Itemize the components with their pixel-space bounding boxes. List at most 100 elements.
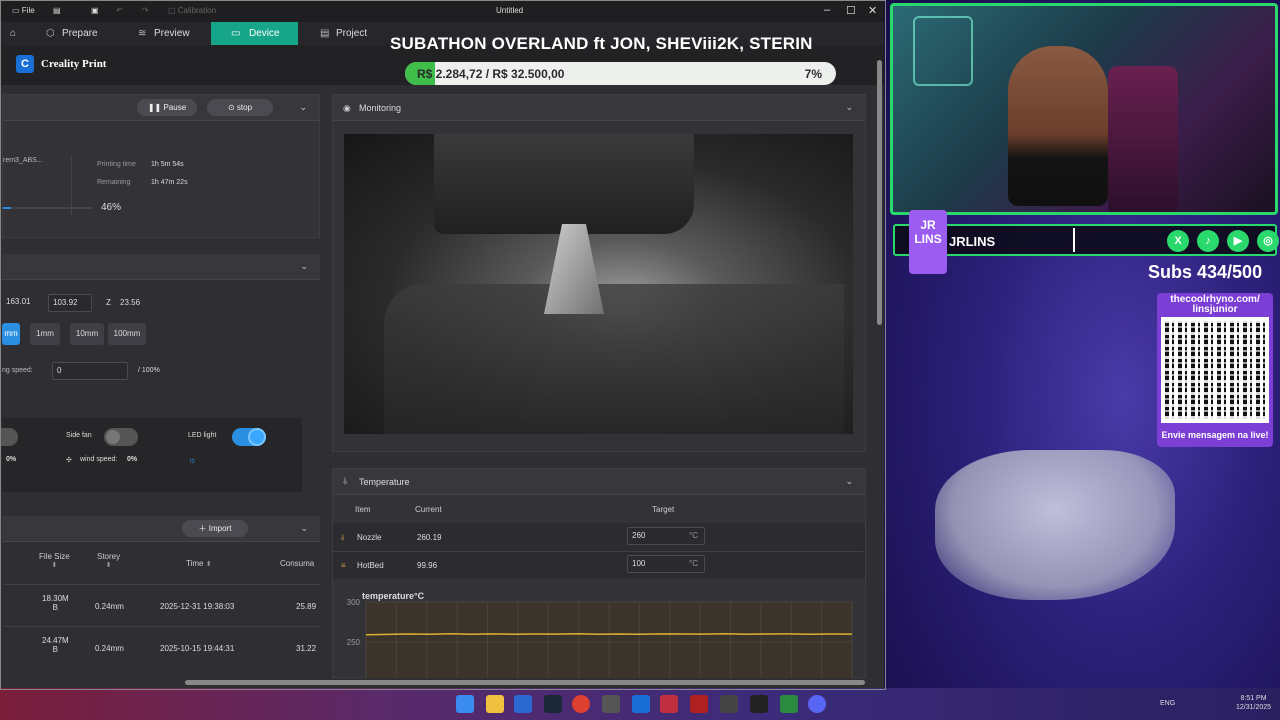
- terminal-icon[interactable]: [750, 695, 768, 713]
- chevron-down-icon[interactable]: ⌄: [845, 102, 853, 113]
- discord-icon[interactable]: [808, 695, 826, 713]
- nozzle-target-input[interactable]: 260 °C: [627, 527, 705, 545]
- calibration-menu[interactable]: ▢ Calibration: [168, 6, 216, 15]
- tab-prepare[interactable]: ⬡ Prepare: [40, 22, 128, 45]
- tab-project-label: Project: [336, 28, 368, 39]
- file-menu[interactable]: ▭ File: [12, 6, 35, 15]
- app4-icon[interactable]: [720, 695, 738, 713]
- control-header: ⌄: [2, 254, 320, 280]
- home-icon[interactable]: ⌂: [0, 22, 32, 45]
- printer-camera-feed[interactable]: [344, 134, 853, 434]
- col-time-label: Time: [186, 559, 204, 568]
- chart-ticks: 300250200: [347, 598, 361, 647]
- chevron-down-icon[interactable]: ⌄: [300, 261, 308, 272]
- col-file-size[interactable]: File Size ⬍: [39, 552, 70, 569]
- monitoring-header: ◉ Monitoring ⌄: [333, 95, 865, 121]
- job-filename: rem3_ABS...: [3, 157, 43, 164]
- redo-icon[interactable]: ↷: [142, 6, 149, 15]
- tab-prepare-label: Prepare: [62, 28, 98, 39]
- hotbed-current: 99.96: [417, 561, 438, 570]
- maximize-button[interactable]: ☐: [846, 4, 856, 17]
- z-coordinate: 23.56: [120, 298, 141, 307]
- channel-name-bar: JR LINS JRLINS X ♪ ▶ ◎: [893, 210, 1279, 274]
- print-job-panel: ❚❚ Pause ⊙ stop ⌄ rem3_ABS... Printing t…: [2, 94, 320, 238]
- creality-print-window: ▭ File ▤ ▣ ↶ ↷ ▢ Calibration Untitled – …: [0, 0, 886, 690]
- divider: [4, 584, 320, 585]
- z-label: Z: [106, 298, 111, 307]
- col-consumable[interactable]: Consuma: [280, 559, 314, 568]
- chevron-down-icon[interactable]: ⌄: [845, 476, 853, 487]
- side-fan-toggle[interactable]: [104, 428, 138, 446]
- subathon-progress-percent: 7%: [804, 67, 822, 81]
- x-coordinate: 163.01: [6, 297, 31, 306]
- pause-button[interactable]: ❚❚ Pause: [137, 99, 197, 116]
- time-cell: 2025-12-31 19:38:03: [160, 602, 235, 611]
- webcam-shelf: [913, 16, 973, 86]
- app2-icon[interactable]: [660, 695, 678, 713]
- chart-grid: [365, 601, 853, 678]
- window-title: Untitled: [496, 6, 524, 15]
- y-tick-label: 300: [347, 598, 361, 607]
- vertical-scrollbar[interactable]: [877, 60, 882, 325]
- files-header: ＋ Import ⌄: [2, 516, 320, 542]
- camera-icon: ◉: [343, 103, 351, 113]
- monitor-icon: ▭: [231, 28, 241, 39]
- fan-percent: 0%: [6, 456, 17, 463]
- clock[interactable]: 8:51 PM 12/31/2025: [1236, 694, 1271, 712]
- series-line-nozzle: [365, 633, 853, 636]
- step-1mm-button[interactable]: 1mm: [30, 323, 60, 345]
- minimize-button[interactable]: –: [824, 4, 830, 16]
- undo-icon[interactable]: ↶: [116, 6, 123, 15]
- language-indicator[interactable]: ENG: [1160, 700, 1175, 707]
- chart-lines: [365, 633, 853, 636]
- chrome-icon[interactable]: [572, 695, 590, 713]
- menu-icon[interactable]: ▤: [53, 6, 61, 15]
- webcam-person: [1008, 46, 1108, 206]
- folder-icon[interactable]: [486, 695, 504, 713]
- app-icon[interactable]: [514, 695, 532, 713]
- hotbed-target-input[interactable]: 100 °C: [627, 555, 705, 573]
- youtube-icon: ▶: [1227, 230, 1249, 252]
- nozzle-target-value: 260: [632, 531, 646, 540]
- hotbed-unit: °C: [689, 559, 698, 568]
- horizontal-scrollbar[interactable]: [185, 680, 865, 685]
- subathon-title: SUBATHON OVERLAND ft JON, SHEViii2K, STE…: [390, 34, 813, 53]
- step-100mm-button[interactable]: 100mm: [108, 323, 146, 345]
- screen: JR LINS JRLINS X ♪ ▶ ◎ Subs 434/500 theco…: [0, 0, 1280, 720]
- step-10mm-button[interactable]: 10mm: [70, 323, 104, 345]
- step-0-1mm-button[interactable]: mm: [2, 323, 20, 345]
- fan-toggle[interactable]: [0, 428, 18, 446]
- start-icon[interactable]: [456, 695, 474, 713]
- import-button[interactable]: ＋ Import: [182, 520, 248, 537]
- temperature-title: Temperature: [359, 477, 410, 487]
- col-current: Current: [415, 505, 442, 514]
- save-icon[interactable]: ▣: [91, 6, 99, 15]
- obs-icon[interactable]: [602, 695, 620, 713]
- project-icon: ▤: [320, 28, 330, 39]
- tab-preview[interactable]: ≋ Preview: [132, 22, 210, 45]
- app3-icon[interactable]: [690, 695, 708, 713]
- app5-icon[interactable]: [780, 695, 798, 713]
- control-panel: ⌄ 163.01 103.92 Z 23.56 mm 1mm 10mm 100m…: [0, 254, 320, 492]
- col-storey[interactable]: Storey ⬍: [97, 552, 120, 569]
- divider: [333, 551, 863, 552]
- close-button[interactable]: ✕: [868, 4, 877, 17]
- led-light-toggle[interactable]: [232, 428, 266, 446]
- col-time[interactable]: Time ⬍: [186, 559, 212, 568]
- stop-button[interactable]: ⊙ stop: [207, 99, 273, 116]
- temperature-chart: 300250200: [347, 598, 853, 678]
- steam-icon[interactable]: [544, 695, 562, 713]
- import-label: Import: [208, 524, 232, 533]
- tab-device[interactable]: ▭ Device: [211, 22, 298, 45]
- tab-project[interactable]: ▤ Project: [314, 22, 386, 45]
- chevron-down-icon[interactable]: ⌄: [300, 523, 308, 534]
- clock-date: 12/31/2025: [1236, 704, 1272, 711]
- speed-input[interactable]: 0: [52, 362, 128, 380]
- file-size-cell: 24.47M B: [42, 636, 69, 654]
- time-cell: 2025-10-15 19:44:31: [160, 644, 235, 653]
- chevron-down-icon[interactable]: ⌄: [299, 102, 307, 113]
- subathon-progress-text: R$ 2.284,72 / R$ 32.500,00: [417, 67, 565, 81]
- hotbed-icon: ≡: [341, 561, 346, 570]
- layers-icon: ≋: [138, 28, 147, 39]
- creality-icon[interactable]: [632, 695, 650, 713]
